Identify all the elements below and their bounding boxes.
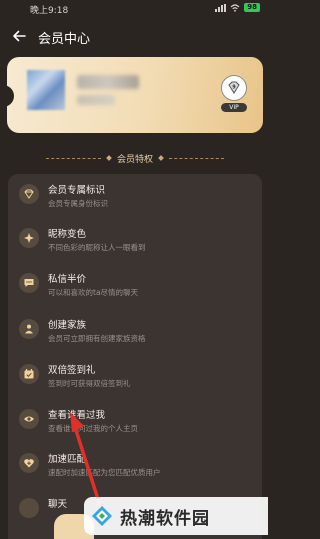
calendar-icon: [19, 364, 39, 384]
more-icon: [19, 498, 39, 518]
watermark-text: 热潮软件园: [120, 508, 210, 529]
chat-icon: [19, 273, 39, 293]
privilege-item-exclusive-badge[interactable]: 会员专属标识 会员专属身份标识: [8, 178, 262, 220]
card-notch: [2, 85, 14, 107]
privilege-desc: 签到时可获得双倍签到礼: [48, 379, 131, 388]
vip-gem-icon: 9: [221, 75, 247, 101]
svg-text:9: 9: [232, 85, 236, 91]
privileges-heading-label: 会员特权: [116, 154, 153, 165]
privilege-item-create-family[interactable]: 创建家族 会员可立即拥有创建家族资格: [8, 313, 262, 355]
privilege-item-half-price-message[interactable]: 私信半价 可以和喜欢的ta尽情的聊天: [8, 267, 262, 309]
user-id-blurred: [77, 95, 115, 105]
back-arrow-icon[interactable]: [11, 28, 27, 44]
heading-divider-left: [45, 157, 101, 159]
diamond-icon: [19, 184, 39, 204]
status-icons: 98: [215, 3, 260, 12]
privileges-heading: 会员特权: [0, 150, 270, 166]
page-title: 会员中心: [38, 32, 91, 47]
vip-card: 9 VIP: [2, 57, 263, 133]
palette-icon: [19, 228, 39, 248]
status-bar: 晚上9:18 98: [0, 0, 270, 18]
vip-badge: 9 VIP: [221, 75, 247, 115]
watermark-logo-icon: [92, 506, 112, 526]
privilege-title: 会员专属标识: [48, 185, 106, 196]
avatar[interactable]: [27, 70, 65, 110]
signal-icon: [215, 3, 227, 12]
heading-diamond-icon: [106, 155, 112, 161]
vip-badge-label: VIP: [221, 103, 247, 112]
privilege-title: 昵称变色: [48, 229, 87, 240]
privilege-desc: 可以和喜欢的ta尽情的聊天: [48, 288, 139, 297]
family-icon: [19, 319, 39, 339]
privilege-title: 创建家族: [48, 320, 87, 331]
privilege-title: 聊天: [48, 499, 68, 510]
privilege-item-nickname-color[interactable]: 昵称变色 不同色彩的昵称让人一眼看到: [8, 222, 262, 264]
heart-plus-icon: [19, 453, 39, 473]
heading-divider-right: [169, 157, 224, 159]
eye-icon: [19, 409, 39, 429]
username-blurred: [77, 75, 139, 89]
watermark: 热潮软件园: [84, 497, 268, 535]
heading-diamond-icon: [158, 155, 164, 161]
privilege-desc: 会员专属身份标识: [48, 199, 108, 208]
privilege-desc: 不同色彩的昵称让人一眼看到: [48, 243, 146, 252]
privilege-title: 双倍签到礼: [48, 365, 96, 376]
status-time: 晚上9:18: [30, 6, 69, 16]
privilege-title: 私信半价: [48, 274, 87, 285]
privilege-item-double-checkin[interactable]: 双倍签到礼 签到时可获得双倍签到礼: [8, 358, 262, 400]
header: 会员中心: [0, 22, 270, 50]
privilege-desc: 会员可立即拥有创建家族资格: [48, 334, 146, 343]
battery-indicator: 98: [244, 3, 260, 12]
wifi-icon: [230, 3, 240, 12]
